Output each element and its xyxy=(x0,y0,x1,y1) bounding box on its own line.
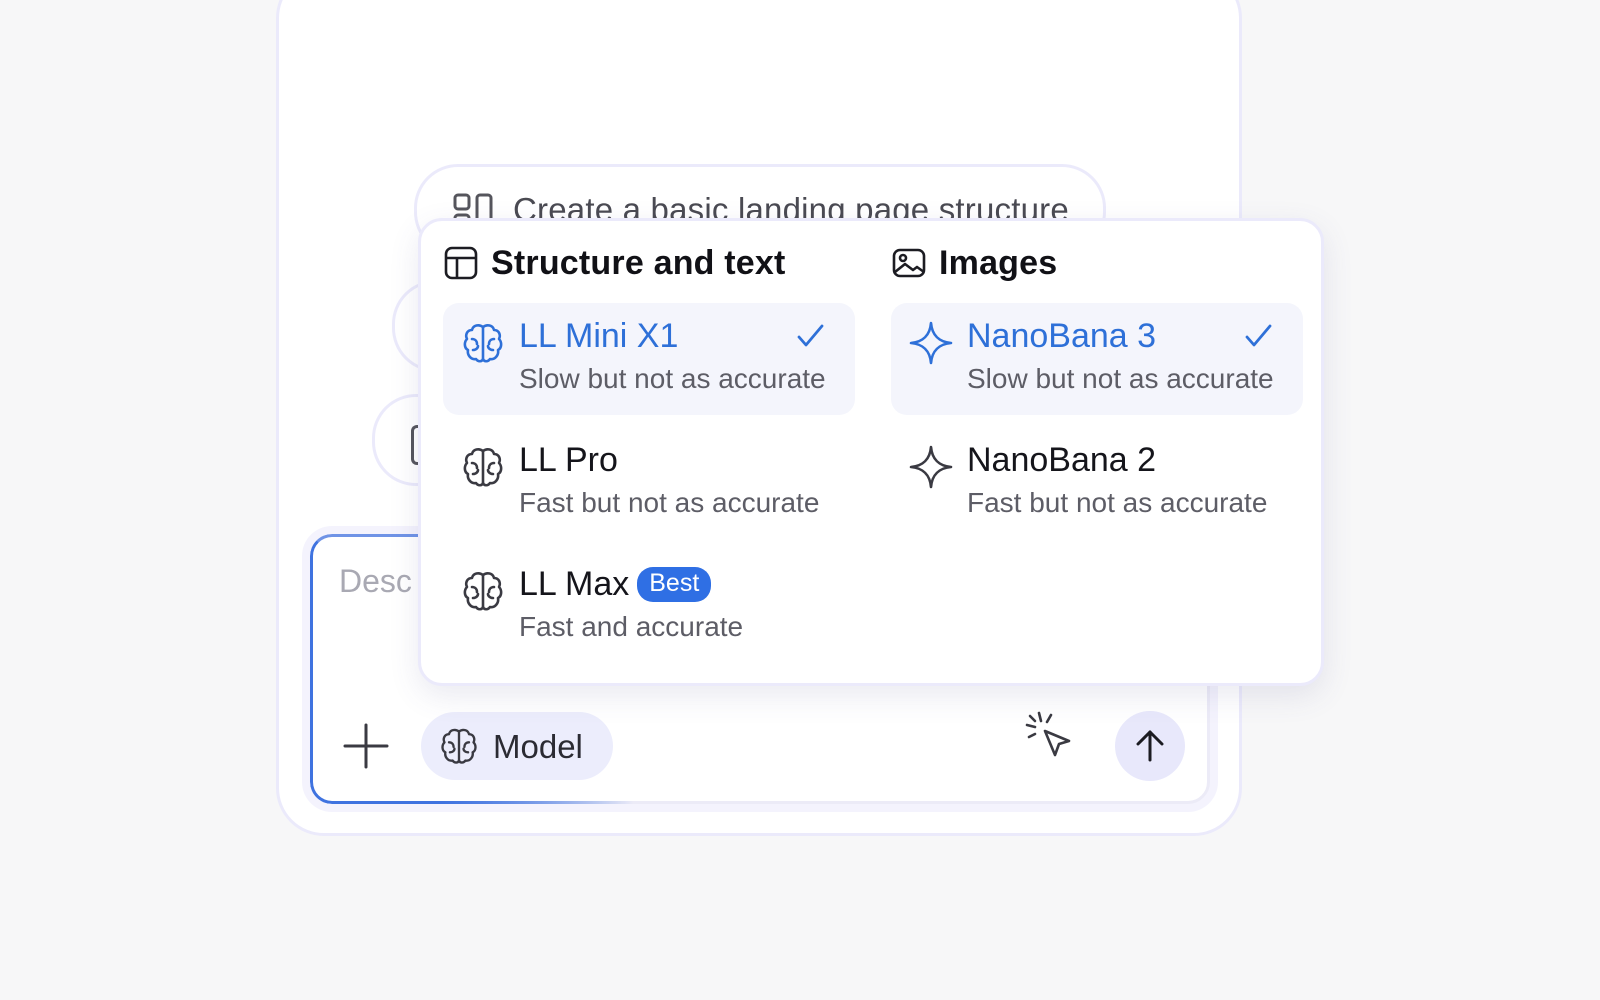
images-section-title: Images xyxy=(939,243,1058,282)
best-badge: Best xyxy=(637,567,712,602)
sparkle-icon xyxy=(909,321,953,365)
sparkle-icon xyxy=(909,445,953,489)
brain-icon xyxy=(463,448,503,487)
option-name: LL Max xyxy=(519,565,630,603)
option-description: Fast and accurate xyxy=(519,611,744,642)
check-icon xyxy=(1245,324,1272,347)
option-description: Slow but not as accurate xyxy=(967,363,1274,394)
option-name-row: LL Max Best xyxy=(519,565,712,604)
model-dropdown: Structure and text Images LL Mini X1 Slo… xyxy=(418,218,1324,686)
option-description: Fast but not as accurate xyxy=(519,487,820,518)
option-description: Fast but not as accurate xyxy=(967,487,1268,518)
plus-icon[interactable] xyxy=(341,721,391,771)
image-icon xyxy=(892,248,926,278)
option-name: NanoBana 3 xyxy=(967,317,1157,355)
model-option-ll-pro[interactable]: LL Pro Fast but not as accurate xyxy=(443,427,855,539)
brain-icon xyxy=(441,728,477,764)
option-name: LL Pro xyxy=(519,441,618,479)
images-section-header: Images xyxy=(891,241,1057,285)
option-name: LL Mini X1 xyxy=(519,317,679,355)
structure-section-header: Structure and text xyxy=(443,241,786,285)
prompt-input[interactable]: Desc xyxy=(339,563,412,600)
model-option-ll-mini-x1[interactable]: LL Mini X1 Slow but not as accurate xyxy=(443,303,855,415)
check-icon xyxy=(797,324,824,347)
cursor-click-icon[interactable] xyxy=(1023,709,1079,765)
model-option-nanobana-3[interactable]: NanoBana 3 Slow but not as accurate xyxy=(891,303,1303,415)
model-button[interactable]: Model xyxy=(421,712,613,780)
brain-icon xyxy=(463,324,503,363)
focus-accent xyxy=(333,801,633,804)
arrow-up-icon xyxy=(1136,730,1164,762)
brain-icon xyxy=(463,572,503,611)
option-description: Slow but not as accurate xyxy=(519,363,826,394)
send-button[interactable] xyxy=(1115,711,1185,781)
model-option-ll-max[interactable]: LL Max Best Fast and accurate xyxy=(443,551,855,663)
layout-icon xyxy=(444,246,478,280)
structure-section-title: Structure and text xyxy=(491,243,786,282)
option-name: NanoBana 2 xyxy=(967,441,1157,479)
model-option-nanobana-2[interactable]: NanoBana 2 Fast but not as accurate xyxy=(891,427,1303,539)
model-button-label: Model xyxy=(493,728,583,765)
